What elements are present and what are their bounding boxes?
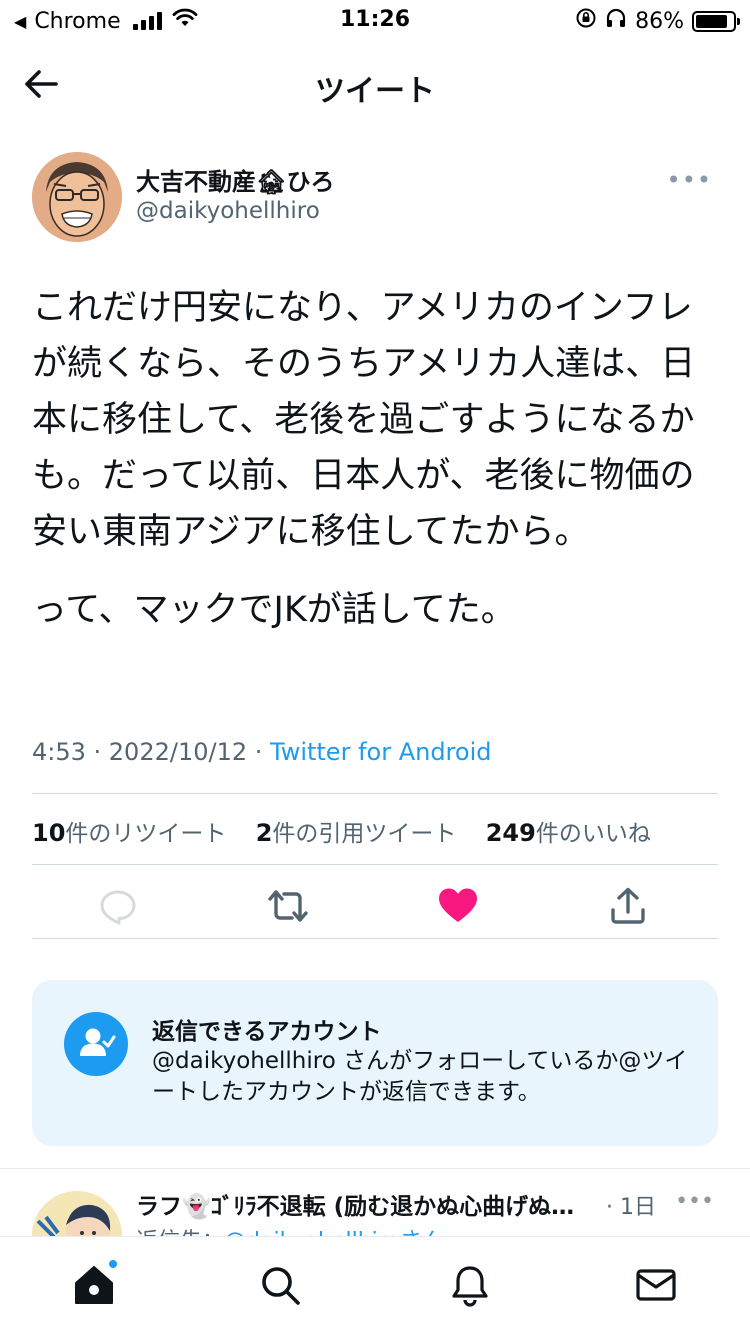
author-handle[interactable]: @daikyohellhiro (136, 198, 320, 224)
divider (32, 864, 718, 865)
tweet-actions (32, 872, 718, 938)
retweets-count: 10 (32, 819, 66, 847)
tweet-author: 大吉不動産🏚ひろ @daikyohellhiro ••• (32, 152, 722, 242)
reply-icon (100, 890, 136, 925)
author-name[interactable]: 大吉不動産🏚ひろ (136, 162, 334, 197)
divider (32, 938, 718, 939)
tweet-meta: 4:53 · 2022/10/12 · Twitter for Android (32, 738, 491, 766)
reply-avatar-illustration (32, 1191, 122, 1238)
like-button[interactable] (436, 884, 480, 928)
battery-fill (696, 14, 727, 28)
header: ツイート (0, 44, 750, 124)
tab-search[interactable] (258, 1263, 302, 1307)
likes-stat[interactable]: 249件のいいね (485, 819, 651, 847)
reply-time: · 1日 (606, 1195, 656, 1220)
bell-icon (452, 1266, 488, 1307)
reply-more-button[interactable]: ••• (675, 1189, 714, 1214)
retweets-label: 件のリツイート (65, 821, 227, 847)
more-options-button[interactable]: ••• (667, 166, 712, 194)
tweet-text: これだけ円安になり、アメリカのインフレが続くなら、そのうちアメリカ人達は、日本に… (32, 280, 722, 638)
search-icon (262, 1267, 300, 1305)
mail-icon (636, 1269, 676, 1301)
headphones-icon (605, 7, 627, 35)
reply-settings-icon-wrap (64, 1012, 128, 1076)
tweet-paragraph-1: これだけ円安になり、アメリカのインフレが続くなら、そのうちアメリカ人達は、日本に… (32, 288, 696, 552)
tweet-source[interactable]: Twitter for Android (270, 738, 491, 766)
reply-settings-card: 返信できるアカウント @daikyohellhiro さんがフォローしているか@… (32, 980, 718, 1146)
tab-notifications[interactable] (448, 1263, 492, 1307)
orientation-lock-icon (575, 7, 597, 35)
battery-icon (692, 10, 740, 32)
status-bar: ◀ Chrome 11:26 86% (0, 0, 750, 40)
likes-count: 249 (485, 819, 536, 847)
divider (32, 793, 718, 794)
heart-filled-icon (439, 888, 477, 922)
retweets-stat[interactable]: 10件のリツイート (32, 819, 227, 847)
person-check-icon (80, 1028, 116, 1056)
reply-settings-title: 返信できるアカウント (152, 1019, 382, 1045)
tweet-paragraph-2: って、マックでJKが話してた。 (32, 590, 516, 630)
reply-author-name[interactable]: ラフ👻ｺﾞﾘﾗ不退転 (励む退かぬ心曲げぬ… (136, 1187, 606, 1221)
reply-tweet[interactable]: ラフ👻ｺﾞﾘﾗ不退転 (励む退かぬ心曲げぬ… · 1日 ••• 返信先：@dai… (0, 1168, 750, 1238)
share-button[interactable] (606, 884, 650, 928)
tweet-timestamp[interactable]: 4:53 · 2022/10/12 (32, 738, 247, 766)
status-icons: 86% (575, 7, 740, 35)
bottom-tab-bar (0, 1236, 750, 1334)
battery-percent: 86% (635, 8, 684, 34)
home-icon (75, 1266, 113, 1304)
notification-dot (108, 1259, 118, 1269)
quotes-stat[interactable]: 2件の引用ツイート (255, 819, 457, 847)
page-title: ツイート (315, 74, 435, 109)
retweet-icon (268, 890, 308, 922)
avatar-illustration (32, 152, 122, 242)
reply-settings-description: @daikyohellhiro さんがフォローしているか@ツイートしたアカウント… (152, 1048, 688, 1105)
author-avatar[interactable] (32, 152, 122, 242)
share-icon (611, 887, 645, 924)
retweet-button[interactable] (266, 884, 310, 928)
reply-author-avatar[interactable] (32, 1191, 122, 1238)
tweet-stats: 10件のリツイート 2件の引用ツイート 249件のいいね (32, 814, 673, 848)
reply-button[interactable] (96, 884, 140, 928)
likes-label: 件のいいね (535, 821, 651, 847)
tab-messages[interactable] (634, 1263, 678, 1307)
quotes-label: 件の引用ツイート (272, 821, 457, 847)
meta-separator: · (247, 738, 270, 766)
quotes-count: 2 (255, 819, 273, 847)
tab-home[interactable] (72, 1259, 118, 1307)
